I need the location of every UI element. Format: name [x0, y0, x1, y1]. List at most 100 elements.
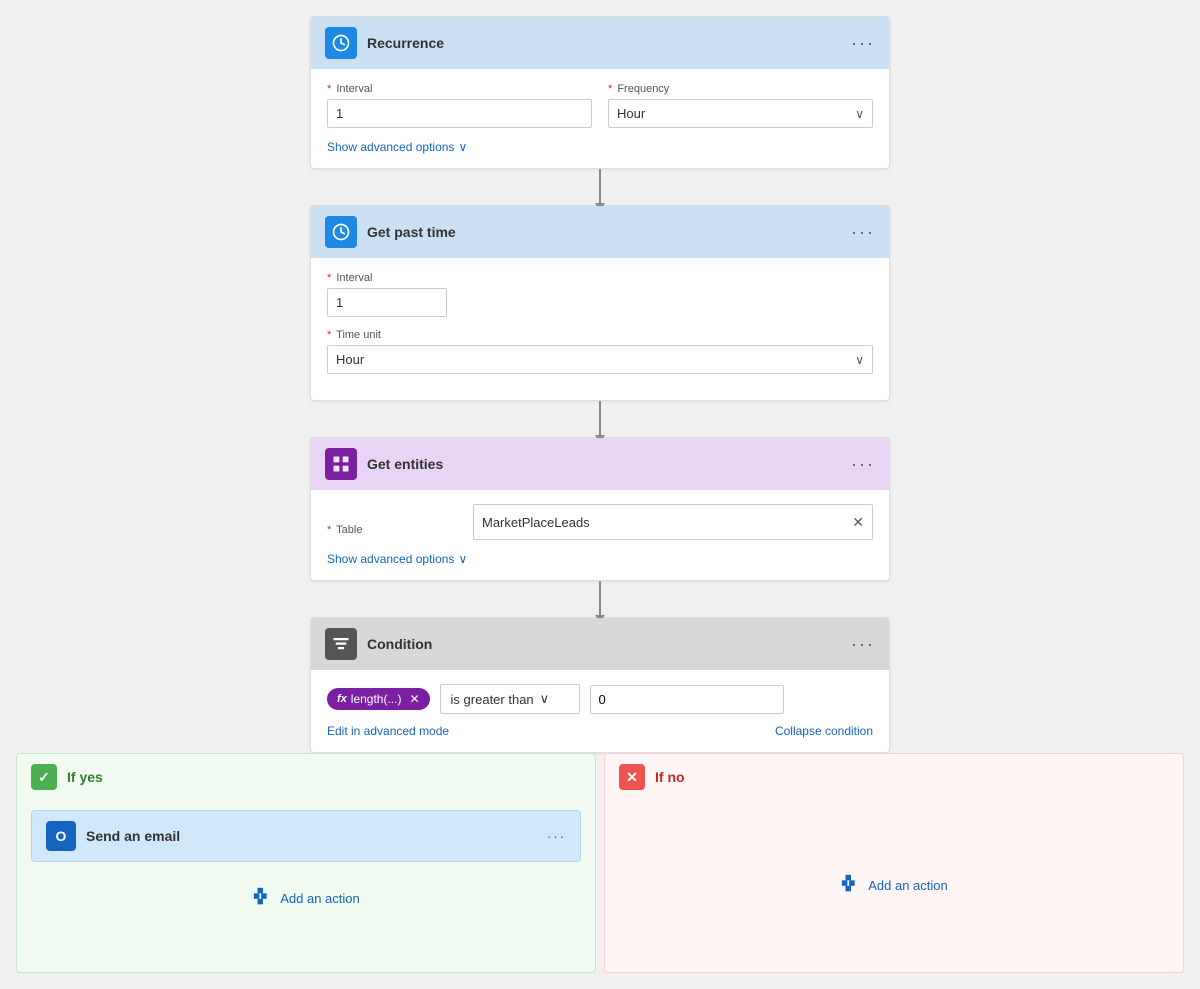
get-entities-card: Get entities ··· * Table MarketPlaceLead… [310, 437, 890, 581]
branch-no-header: ✕ If no [605, 754, 1183, 800]
send-email-header: O Send an email ··· [32, 811, 580, 861]
collapse-condition-link[interactable]: Collapse condition [775, 724, 873, 738]
recurrence-frequency-group: * Frequency Hour ∨ [608, 83, 873, 128]
get-past-time-timeunit-select[interactable]: Hour ∨ [327, 345, 873, 374]
condition-title: Condition [367, 636, 851, 652]
get-entities-clear-icon[interactable]: ✕ [852, 514, 864, 531]
condition-operator-value: is greater than [451, 692, 534, 707]
recurrence-interval-input[interactable] [327, 99, 592, 128]
condition-body: fx length(...) ✕ is greater than ∨ Edit … [311, 670, 889, 752]
outlook-icon: O [56, 828, 67, 844]
get-past-time-timeunit-label: * Time unit [327, 329, 873, 341]
get-entities-table-label: * Table [327, 524, 457, 536]
send-email-icon: O [46, 821, 76, 851]
get-past-time-interval-label: * Interval [327, 272, 447, 284]
get-past-time-unit-row: * Time unit Hour ∨ [327, 329, 873, 374]
table-star: * [327, 524, 331, 536]
connector-3 [599, 581, 601, 617]
branch-no-icon: ✕ [619, 764, 645, 790]
no-add-action-btn[interactable]: Add an action [830, 863, 958, 908]
condition-icon [325, 628, 357, 660]
condition-links: Edit in advanced mode Collapse condition [327, 724, 873, 738]
recurrence-frequency-label: * Frequency [608, 83, 873, 95]
get-entities-title: Get entities [367, 456, 851, 472]
get-entities-advanced-label: Show advanced options [327, 552, 454, 566]
condition-pill-label: length(...) [351, 692, 402, 706]
recurrence-show-advanced[interactable]: Show advanced options ∨ [327, 140, 873, 154]
condition-pill-close-icon[interactable]: ✕ [409, 692, 419, 706]
recurrence-body: * Interval * Frequency Hour ∨ Show advan… [311, 69, 889, 168]
fx-icon: fx [337, 693, 347, 705]
branch-yes: ✓ If yes O Send an email ··· [16, 753, 596, 973]
flow-canvas: Recurrence ··· * Interval * Frequency Ho… [16, 16, 1184, 973]
get-entities-form-row: * Table MarketPlaceLeads ✕ [327, 504, 873, 540]
freq-star: * [608, 83, 612, 95]
recurrence-form-row: * Interval * Frequency Hour ∨ [327, 83, 873, 128]
get-entities-table-field[interactable]: MarketPlaceLeads ✕ [473, 504, 873, 540]
condition-header: Condition ··· [311, 618, 889, 670]
get-past-time-menu[interactable]: ··· [851, 222, 875, 243]
get-past-time-title: Get past time [367, 224, 851, 240]
condition-operator-select[interactable]: is greater than ∨ [440, 684, 580, 714]
get-entities-show-advanced[interactable]: Show advanced options ∨ [327, 552, 873, 566]
get-past-time-timeunit-group: * Time unit Hour ∨ [327, 329, 873, 374]
branch-no-body: Add an action [605, 800, 1183, 970]
condition-value-input[interactable] [590, 685, 784, 714]
get-past-time-card: Get past time ··· * Interval * Time unit [310, 205, 890, 401]
condition-pill[interactable]: fx length(...) ✕ [327, 688, 430, 710]
no-add-action-icon [840, 873, 862, 898]
cross-icon: ✕ [626, 769, 638, 786]
get-entities-menu[interactable]: ··· [851, 454, 875, 475]
gpt-interval-star: * [327, 272, 331, 284]
frequency-chevron-icon: ∨ [855, 107, 864, 121]
get-entities-body: * Table MarketPlaceLeads ✕ Show advanced… [311, 490, 889, 580]
get-entities-header: Get entities ··· [311, 438, 889, 490]
yes-add-action-icon [252, 886, 274, 911]
condition-row: fx length(...) ✕ is greater than ∨ [327, 684, 873, 714]
branch-no-label: If no [655, 769, 685, 785]
no-add-action-label: Add an action [868, 878, 948, 893]
recurrence-interval-label: * Interval [327, 83, 592, 95]
get-past-time-icon [325, 216, 357, 248]
branch-yes-header: ✓ If yes [17, 754, 595, 800]
connector-1 [599, 169, 601, 205]
get-past-time-form-row: * Interval [327, 272, 873, 317]
get-entities-advanced-chevron-icon: ∨ [458, 552, 467, 566]
get-entities-table-value: MarketPlaceLeads [482, 515, 852, 530]
get-past-time-interval-input[interactable] [327, 288, 447, 317]
recurrence-frequency-value: Hour [617, 106, 645, 121]
get-past-time-interval-group: * Interval [327, 272, 447, 317]
send-email-menu[interactable]: ··· [547, 829, 566, 844]
recurrence-advanced-label: Show advanced options [327, 140, 454, 154]
send-email-title: Send an email [86, 828, 547, 844]
recurrence-card: Recurrence ··· * Interval * Frequency Ho… [310, 16, 890, 169]
recurrence-title: Recurrence [367, 35, 851, 51]
condition-card: Condition ··· fx length(...) ✕ is greate… [310, 617, 890, 753]
gpt-unit-star: * [327, 329, 331, 341]
get-past-time-header: Get past time ··· [311, 206, 889, 258]
branch-yes-body: O Send an email ··· [17, 800, 595, 931]
checkmark-icon: ✓ [38, 769, 50, 786]
recurrence-header: Recurrence ··· [311, 17, 889, 69]
condition-operator-chevron-icon: ∨ [540, 691, 550, 707]
get-entities-icon [325, 448, 357, 480]
get-past-time-body: * Interval * Time unit Hour ∨ [311, 258, 889, 400]
connector-2 [599, 401, 601, 437]
interval-star: * [327, 83, 331, 95]
branch-yes-label: If yes [67, 769, 103, 785]
send-email-card: O Send an email ··· [31, 810, 581, 862]
timeunit-chevron-icon: ∨ [855, 353, 864, 367]
branch-yes-icon: ✓ [31, 764, 57, 790]
recurrence-frequency-select[interactable]: Hour ∨ [608, 99, 873, 128]
recurrence-icon [325, 27, 357, 59]
recurrence-interval-group: * Interval [327, 83, 592, 128]
edit-advanced-link[interactable]: Edit in advanced mode [327, 724, 449, 738]
get-entities-table-label-group: * Table [327, 504, 457, 540]
condition-menu[interactable]: ··· [851, 634, 875, 655]
branch-no: ✕ If no Add an action [604, 753, 1184, 973]
branch-container: ✓ If yes O Send an email ··· [16, 753, 1184, 973]
recurrence-menu[interactable]: ··· [851, 33, 875, 54]
yes-add-action-label: Add an action [280, 891, 360, 906]
recurrence-advanced-chevron-icon: ∨ [458, 140, 467, 154]
get-past-time-timeunit-value: Hour [336, 352, 364, 367]
